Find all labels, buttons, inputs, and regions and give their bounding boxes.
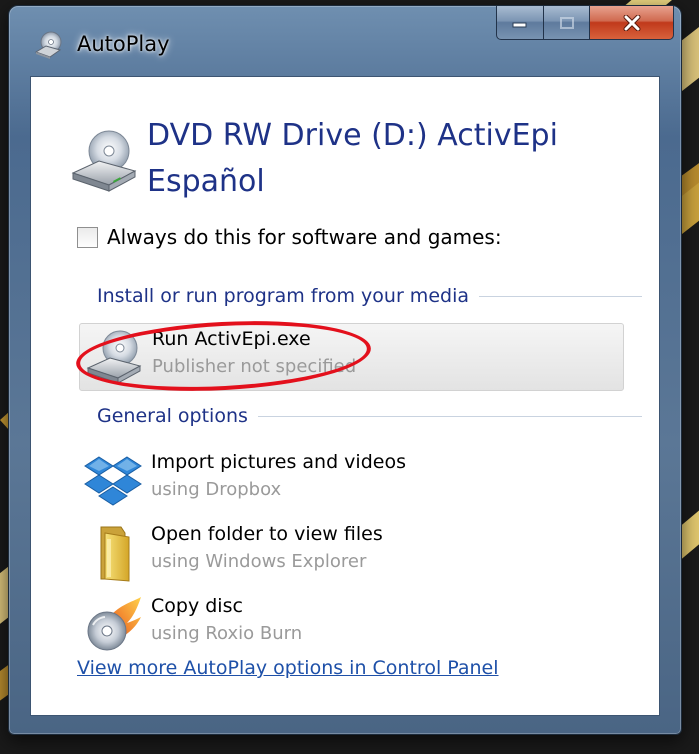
always-do-this-label: Always do this for software and games: (107, 225, 502, 249)
autoplay-window: AutoPlay DVD RW Drive (D:) ActivEpi Espa… (8, 5, 682, 735)
roxio-burn-icon (87, 597, 141, 651)
option-title: Open folder to view files (151, 523, 383, 545)
section-header-general: General options (97, 405, 642, 427)
option-subtitle: Publisher not specified (152, 356, 357, 377)
dropbox-icon (84, 456, 142, 506)
section-header-install: Install or run program from your media (97, 285, 642, 307)
option-copy-disc[interactable]: Copy disc using Roxio Burn (79, 591, 624, 659)
option-title: Copy disc (151, 595, 243, 617)
autoplay-content: DVD RW Drive (D:) ActivEpi Español Alway… (30, 76, 660, 716)
caption-buttons (496, 6, 674, 42)
section-title-install: Install or run program from your media (97, 285, 469, 307)
close-button[interactable] (590, 6, 674, 40)
maximize-button[interactable] (544, 6, 590, 40)
option-title: Import pictures and videos (151, 451, 406, 473)
always-do-this-row[interactable]: Always do this for software and games: (77, 225, 502, 249)
option-import-pictures[interactable]: Import pictures and videos using Dropbox (79, 447, 624, 515)
maximize-icon (559, 16, 574, 29)
option-open-folder[interactable]: Open folder to view files using Windows … (79, 519, 624, 587)
minimize-button[interactable] (496, 6, 544, 40)
section-divider (478, 295, 642, 297)
option-subtitle: using Windows Explorer (151, 551, 367, 572)
option-run-activepi[interactable]: Run ActivEpi.exe Publisher not specified (79, 323, 624, 391)
dvd-drive-icon (71, 130, 137, 192)
autoplay-icon (34, 31, 62, 59)
window-title: AutoPlay (77, 32, 170, 56)
section-title-general: General options (97, 405, 248, 427)
option-subtitle: using Roxio Burn (151, 623, 303, 644)
option-title: Run ActivEpi.exe (152, 328, 311, 350)
close-icon (623, 14, 640, 31)
minimize-icon (512, 22, 527, 27)
device-title: DVD RW Drive (D:) ActivEpi Español (147, 118, 558, 199)
dvd-drive-icon (86, 330, 142, 384)
control-panel-link[interactable]: View more AutoPlay options in Control Pa… (77, 657, 499, 679)
always-do-this-checkbox[interactable] (77, 226, 98, 248)
folder-icon (100, 526, 130, 582)
option-subtitle: using Dropbox (151, 479, 282, 500)
section-divider (257, 415, 642, 417)
